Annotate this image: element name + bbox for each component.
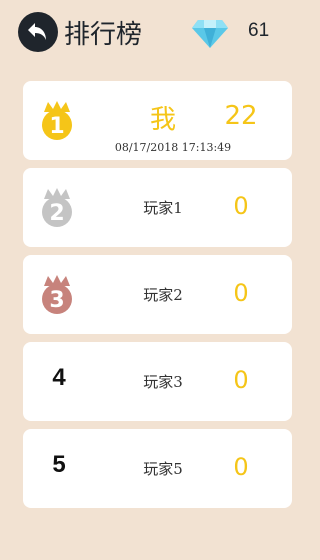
player-score: 0 [233,192,249,220]
page-title: 排行榜 [64,20,143,50]
header: 排行榜 61 [0,0,315,64]
player-name: 玩家2 [143,286,183,304]
player-name: 我 [149,105,176,135]
leaderboard-row-4: 4 玩家3 0 [23,342,292,421]
player-name: 玩家5 [143,460,183,478]
player-score: 22 [224,101,258,131]
player-score: 0 [233,279,249,307]
rank-number: 4 [52,364,66,391]
rank-number: 5 [52,451,66,478]
leaderboard-row-5: 5 玩家5 0 [23,429,292,508]
leaderboard-row-2: 2 玩家1 0 [23,168,292,247]
back-arrow-icon [28,23,46,40]
medal-rank: 1 [49,114,64,139]
medal-rank: 2 [49,201,64,226]
player-score: 0 [233,453,249,481]
diamond-icon [192,20,228,48]
medal-rank: 3 [49,288,64,313]
bronze-medal-icon: 3 [42,275,72,314]
gold-medal-icon: 1 [42,101,72,140]
back-button[interactable] [18,12,58,52]
gem-count: 61 [248,20,270,41]
leaderboard-row-1: 1 我 22 08/17/2018 17:13:49 [23,81,292,160]
record-timestamp: 08/17/2018 17:13:49 [114,141,232,154]
leaderboard-row-3: 3 玩家2 0 [23,255,292,334]
player-score: 0 [233,366,249,394]
silver-medal-icon: 2 [42,188,72,227]
player-name: 玩家3 [143,373,183,391]
player-name: 玩家1 [143,199,183,217]
